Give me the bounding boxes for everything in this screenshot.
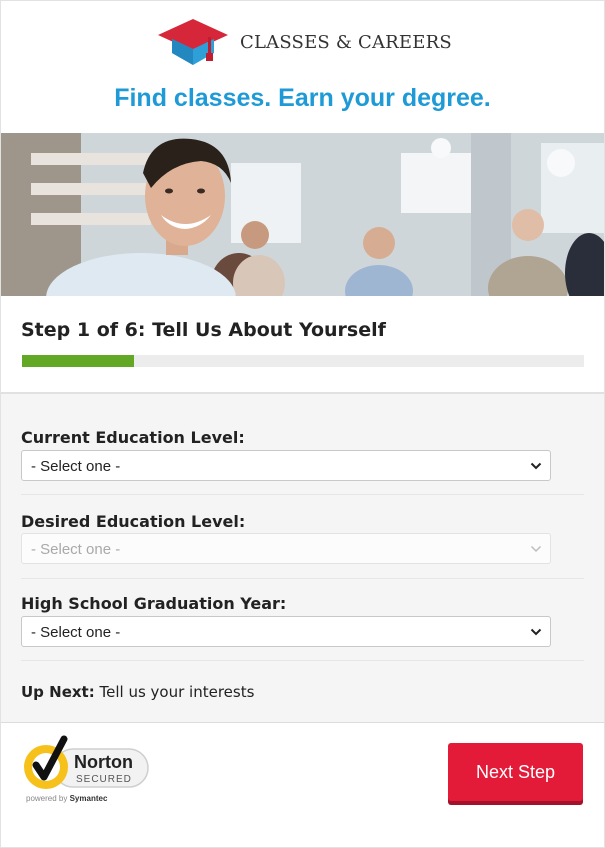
current-education-label: Current Education Level: (21, 428, 245, 447)
select-value: - Select one - (31, 624, 121, 641)
field-separator (21, 578, 584, 579)
next-step-button[interactable]: Next Step (448, 743, 583, 801)
norton-name: Norton (74, 752, 133, 772)
hero-photo-illustration (1, 133, 604, 296)
graduation-cap-logo-icon (158, 19, 228, 65)
desired-education-select[interactable]: - Select one - (21, 533, 551, 564)
symantec-text: Symantec (69, 794, 108, 803)
up-next-value: Tell us your interests (99, 683, 255, 701)
progress-fill (22, 355, 135, 367)
brand-logo[interactable]: CLASSES & CAREERS (158, 17, 452, 67)
current-education-select[interactable]: - Select one - (21, 450, 551, 481)
field-separator (21, 660, 584, 661)
hero-image (1, 133, 604, 296)
divider (1, 722, 604, 723)
desired-education-label: Desired Education Level: (21, 512, 246, 531)
select-value: - Select one - (31, 458, 121, 475)
chevron-down-icon (530, 545, 542, 553)
powered-by-text: powered by (26, 794, 68, 803)
up-next-label: Up Next: (21, 683, 95, 701)
norton-seal-graphic: Norton SECURED (24, 735, 149, 789)
form-card: CLASSES & CAREERS Find classes. Earn you… (0, 0, 605, 848)
graduation-year-select[interactable]: - Select one - (21, 616, 551, 647)
up-next-text: Up Next: Tell us your interests (21, 683, 254, 701)
graduation-year-label: High School Graduation Year: (21, 594, 287, 613)
norton-powered-by: powered by Symantec (26, 794, 107, 803)
step-title: Step 1 of 6: Tell Us About Yourself (21, 319, 386, 341)
progress-bar (22, 355, 584, 367)
brand-name: CLASSES & CAREERS (240, 31, 452, 53)
chevron-down-icon (530, 462, 542, 470)
tagline: Find classes. Earn your degree. (114, 84, 491, 112)
chevron-down-icon (530, 628, 542, 636)
norton-secured-text: SECURED (76, 774, 132, 785)
field-separator (21, 494, 584, 495)
select-value: - Select one - (31, 541, 121, 558)
